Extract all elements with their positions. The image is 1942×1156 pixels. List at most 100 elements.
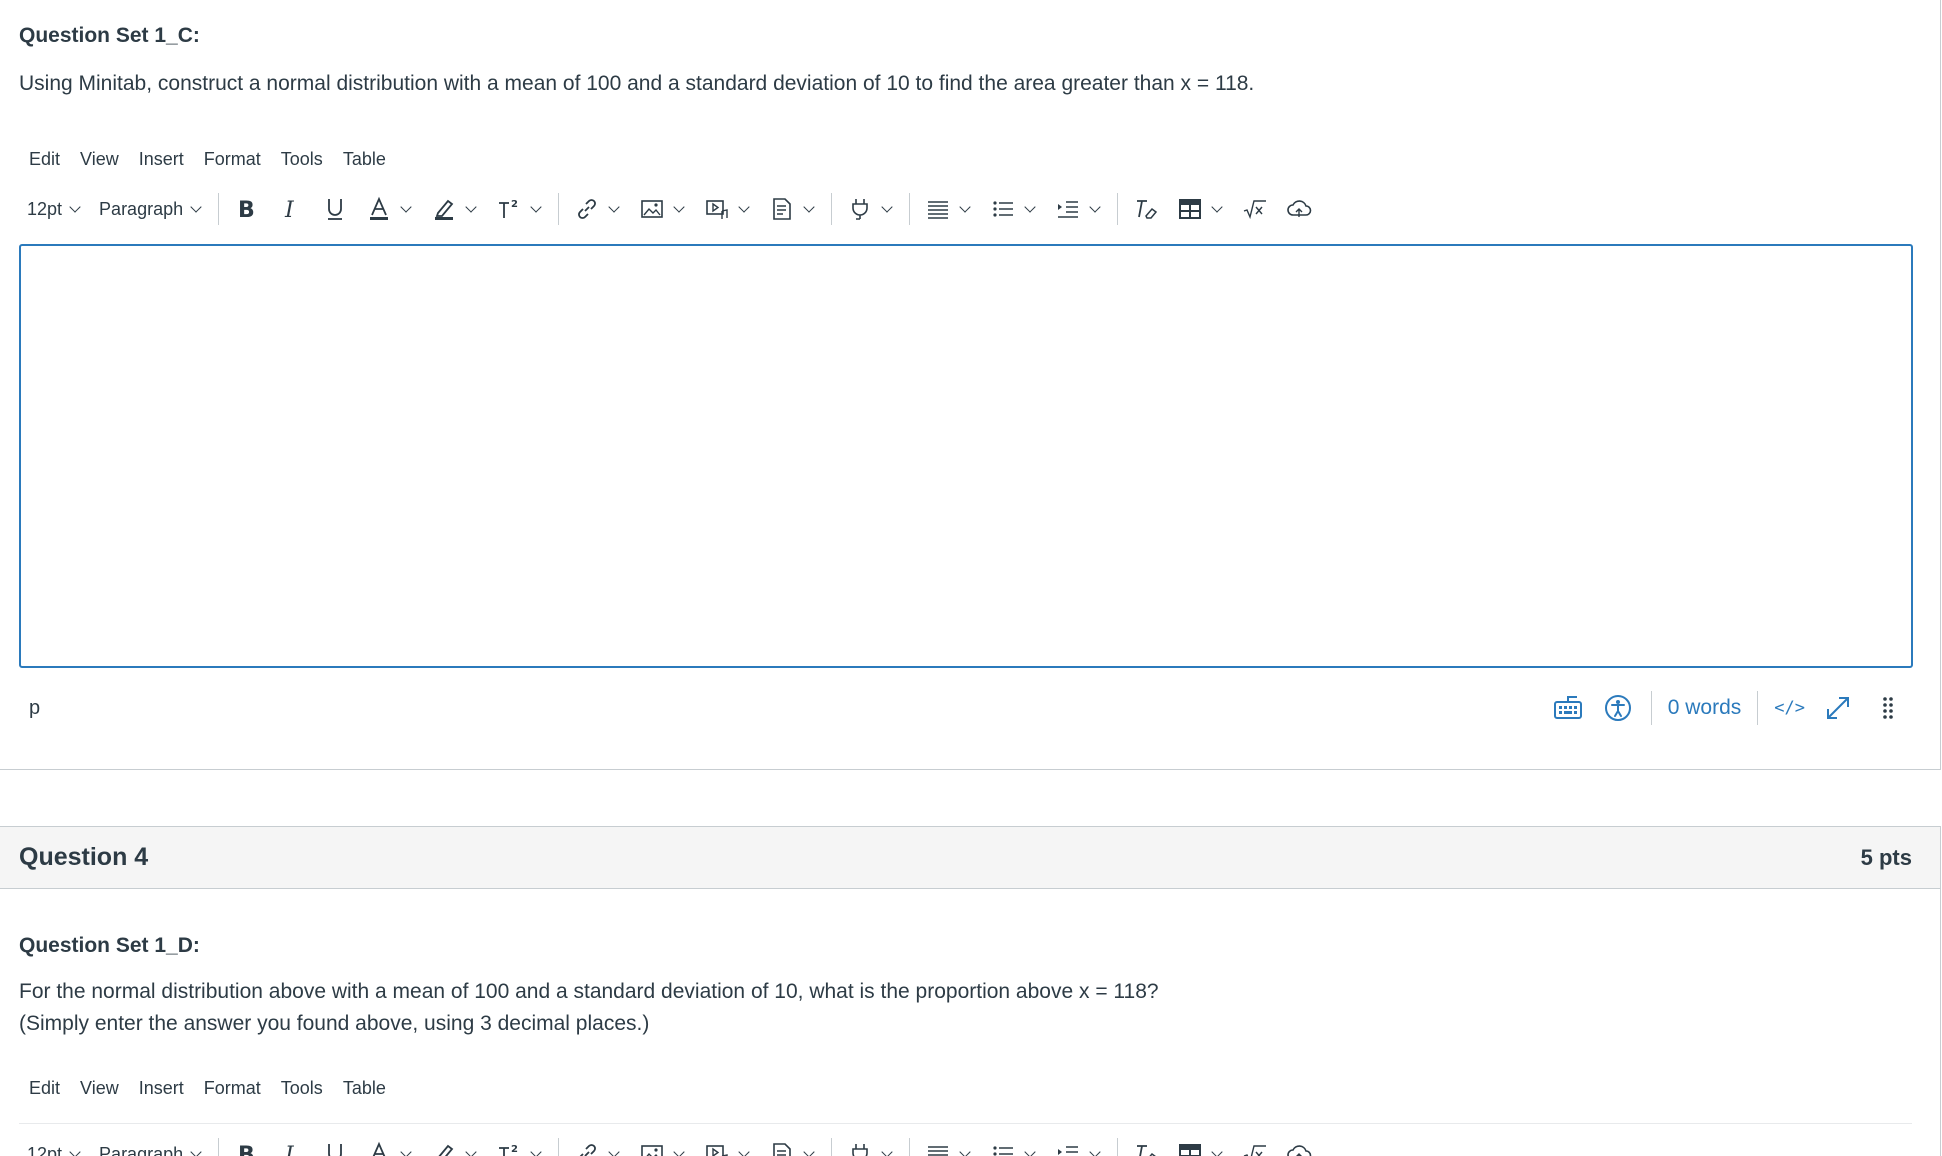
svg-text:2: 2 (511, 1144, 518, 1155)
toolbar-divider (831, 193, 833, 225)
superscript-button[interactable]: 2 (487, 1135, 552, 1156)
link-icon (573, 1140, 601, 1156)
block-format-select[interactable]: Paragraph (91, 190, 212, 228)
cloud-upload-button[interactable] (1277, 190, 1321, 228)
toolbar-divider (1117, 193, 1119, 225)
text-color-button[interactable] (357, 1135, 422, 1156)
align-button[interactable] (916, 1135, 981, 1156)
cloud-upload-button[interactable] (1277, 1135, 1321, 1156)
question-card-3: Question Set 1_C: Using Minitab, constru… (0, 0, 1941, 770)
element-path[interactable]: p (19, 697, 40, 720)
italic-button[interactable]: I (269, 190, 313, 228)
font-size-select[interactable]: 12pt (19, 1135, 91, 1156)
chevron-down-icon (673, 201, 685, 213)
block-format-value: Paragraph (99, 1143, 184, 1156)
link-button[interactable] (565, 1135, 630, 1156)
chevron-down-icon (400, 1146, 412, 1156)
resize-handle-icon[interactable] (1868, 688, 1908, 728)
italic-button[interactable]: I (269, 1135, 313, 1156)
menu-view[interactable]: View (70, 143, 129, 176)
highlight-color-button[interactable] (422, 1135, 487, 1156)
underline-button[interactable] (313, 190, 357, 228)
html-editor-toggle[interactable]: </> (1766, 698, 1813, 718)
text-color-icon (365, 195, 393, 223)
question-prompt-line-1: For the normal distribution above with a… (19, 980, 1159, 1003)
word-count[interactable]: 0 words (1660, 696, 1750, 720)
question-set-label: Question Set 1_C: (19, 24, 200, 47)
menu-insert[interactable]: Insert (129, 143, 194, 176)
menu-table[interactable]: Table (333, 143, 396, 176)
rich-text-editor-area[interactable] (19, 244, 1913, 668)
toolbar-divider (218, 1138, 220, 1156)
bold-button[interactable]: B (225, 190, 269, 228)
chevron-down-icon (738, 1146, 750, 1156)
equation-button[interactable] (1233, 1135, 1277, 1156)
table-button[interactable] (1168, 1135, 1233, 1156)
table-button[interactable] (1168, 190, 1233, 228)
accessibility-checker-icon[interactable] (1598, 688, 1638, 728)
chevron-down-icon (673, 1146, 685, 1156)
question-card-4: Question 4 5 pts Question Set 1_D: For t… (0, 826, 1941, 1156)
keyboard-icon[interactable] (1548, 688, 1588, 728)
fullscreen-icon[interactable] (1818, 688, 1858, 728)
clear-formatting-icon (1132, 1140, 1160, 1156)
chevron-down-icon (608, 1146, 620, 1156)
block-format-select[interactable]: Paragraph (91, 1135, 212, 1156)
indent-button[interactable] (1046, 190, 1111, 228)
chevron-down-icon (190, 201, 202, 213)
svg-text:I: I (284, 1143, 295, 1156)
list-button[interactable] (981, 190, 1046, 228)
cloud-icon (1285, 1140, 1313, 1156)
underline-button[interactable] (313, 1135, 357, 1156)
toolbar-divider (909, 1138, 911, 1156)
svg-text:B: B (238, 1143, 255, 1156)
document-icon (768, 1140, 796, 1156)
question-header: Question 4 5 pts (0, 827, 1940, 889)
align-button[interactable] (916, 190, 981, 228)
menu-format[interactable]: Format (194, 143, 271, 176)
indent-button[interactable] (1046, 1135, 1111, 1156)
menu-edit[interactable]: Edit (19, 1072, 70, 1105)
document-button[interactable] (760, 190, 825, 228)
menu-tools[interactable]: Tools (271, 1072, 333, 1105)
document-button[interactable] (760, 1135, 825, 1156)
question-prompt-line-2: (Simply enter the answer you found above… (19, 1012, 650, 1035)
image-button[interactable] (630, 1135, 695, 1156)
menu-tools[interactable]: Tools (271, 143, 333, 176)
square-root-icon (1241, 1140, 1269, 1156)
editor-menubar: Edit View Insert Format Tools Table (19, 139, 396, 179)
chevron-down-icon (465, 1146, 477, 1156)
media-button[interactable] (695, 190, 760, 228)
chevron-down-icon (608, 201, 620, 213)
media-button[interactable] (695, 1135, 760, 1156)
menu-format[interactable]: Format (194, 1072, 271, 1105)
chevron-down-icon (738, 201, 750, 213)
menu-insert[interactable]: Insert (129, 1072, 194, 1105)
chevron-down-icon (530, 1146, 542, 1156)
highlight-color-button[interactable] (422, 190, 487, 228)
apps-plugin-button[interactable] (838, 190, 903, 228)
clear-formatting-button[interactable] (1124, 190, 1168, 228)
link-button[interactable] (565, 190, 630, 228)
clear-formatting-button[interactable] (1124, 1135, 1168, 1156)
svg-text:2: 2 (511, 199, 518, 210)
chevron-down-icon (881, 201, 893, 213)
editor-toolbar: 12pt Paragraph B I 2 (19, 186, 1321, 232)
equation-button[interactable] (1233, 190, 1277, 228)
superscript-icon: 2 (495, 195, 523, 223)
chevron-down-icon (190, 1146, 202, 1156)
bold-button[interactable]: B (225, 1135, 269, 1156)
font-size-select[interactable]: 12pt (19, 190, 91, 228)
menu-view[interactable]: View (70, 1072, 129, 1105)
apps-plugin-button[interactable] (838, 1135, 903, 1156)
font-size-value: 12pt (27, 198, 63, 219)
align-justify-icon (924, 195, 952, 223)
list-button[interactable] (981, 1135, 1046, 1156)
superscript-button[interactable]: 2 (487, 190, 552, 228)
text-color-button[interactable] (357, 190, 422, 228)
menu-table[interactable]: Table (333, 1072, 396, 1105)
menu-edit[interactable]: Edit (19, 143, 70, 176)
toolbar-divider (1117, 1138, 1119, 1156)
status-divider (1757, 691, 1759, 725)
image-button[interactable] (630, 190, 695, 228)
